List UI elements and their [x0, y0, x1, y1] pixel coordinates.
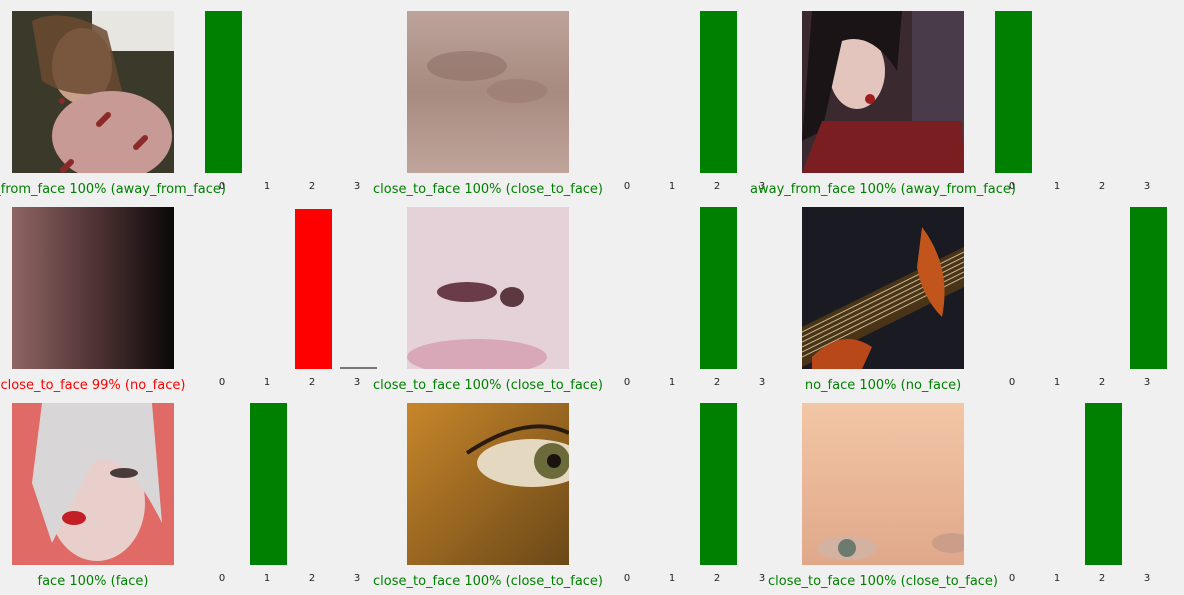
- x-tick-label: 2: [309, 377, 315, 388]
- probability-bar: [1130, 207, 1167, 369]
- x-tick-label: 0: [624, 181, 630, 192]
- probability-bar: [700, 207, 737, 369]
- probability-bar-chart: 0 1 2 3: [1009, 403, 1150, 584]
- x-tick-label: 2: [714, 573, 720, 584]
- probability-bar: [295, 209, 332, 369]
- prediction-caption: away_from_face 100% (away_from_face): [750, 182, 1016, 197]
- x-tick-label: 2: [714, 377, 720, 388]
- x-tick-label: 1: [264, 181, 270, 192]
- x-tick-label: 1: [264, 377, 270, 388]
- guitar-image: [802, 207, 964, 369]
- probability-bar: [700, 403, 737, 565]
- white-hair-face-image: [12, 403, 174, 565]
- probability-bar: [700, 11, 737, 173]
- blurry-skin-closeup-image: [407, 11, 569, 173]
- prediction-caption: close_to_face 100% (close_to_face): [767, 574, 999, 589]
- x-tick-label: 2: [309, 181, 315, 192]
- x-tick-label: 3: [1144, 377, 1150, 388]
- x-tick-label: 0: [1009, 181, 1015, 192]
- forehead-closeup-image: [802, 403, 964, 565]
- x-tick-label: 0: [624, 377, 630, 388]
- x-tick-label: 1: [1054, 377, 1060, 388]
- probability-bar-chart: 0123: [624, 11, 765, 192]
- dark-skin-blur-image: [12, 207, 174, 369]
- probability-bar: [205, 11, 242, 173]
- probability-bar-chart: 0 1 2 3: [1009, 207, 1167, 388]
- x-tick-label: 1: [1054, 573, 1060, 584]
- probability-bar-chart: 0 1 2 3: [995, 11, 1150, 192]
- prediction-caption: no_face 100% (no_face): [804, 378, 962, 393]
- dark-hair-woman-image: [802, 11, 964, 173]
- x-tick-label: 1: [669, 377, 675, 388]
- x-tick-label: 0: [219, 181, 225, 192]
- probability-bar: [250, 403, 287, 565]
- probability-bar-chart: 0123: [624, 207, 765, 388]
- x-tick-label: 0: [1009, 377, 1015, 388]
- x-tick-label: 2: [1099, 181, 1105, 192]
- probability-bar: [995, 11, 1032, 173]
- x-tick-label: 2: [1099, 573, 1105, 584]
- x-tick-label: 1: [669, 181, 675, 192]
- x-tick-label: 0: [624, 573, 630, 584]
- x-tick-label: 0: [1009, 573, 1015, 584]
- x-tick-label: 1: [669, 573, 675, 584]
- x-tick-label: 3: [1144, 573, 1150, 584]
- probability-bar-chart: 0123: [624, 403, 765, 584]
- x-tick-label: 3: [1144, 181, 1150, 192]
- probability-bar-chart: 0123: [219, 403, 360, 584]
- x-tick-label: 1: [264, 573, 270, 584]
- x-tick-label: 2: [1099, 377, 1105, 388]
- eye-closeup-image: [407, 403, 569, 565]
- x-tick-label: 2: [714, 181, 720, 192]
- woman-floral-dress-image: [12, 11, 174, 173]
- x-tick-label: 2: [309, 573, 315, 584]
- prediction-caption: close_to_face 100% (close_to_face): [372, 378, 604, 393]
- x-tick-label: 0: [219, 573, 225, 584]
- prediction-caption: close_to_face 100% (close_to_face): [372, 574, 604, 589]
- x-tick-label: 1: [1054, 181, 1060, 192]
- x-tick-label: 0: [219, 377, 225, 388]
- probability-bar: [340, 367, 377, 369]
- probability-bar: [1085, 403, 1122, 565]
- prediction-caption: close_to_face 100% (close_to_face): [372, 182, 604, 197]
- probability-bar-chart: 0123: [219, 209, 377, 388]
- nose-closeup-image: [407, 207, 569, 369]
- probability-bar-chart: 0123: [205, 11, 360, 192]
